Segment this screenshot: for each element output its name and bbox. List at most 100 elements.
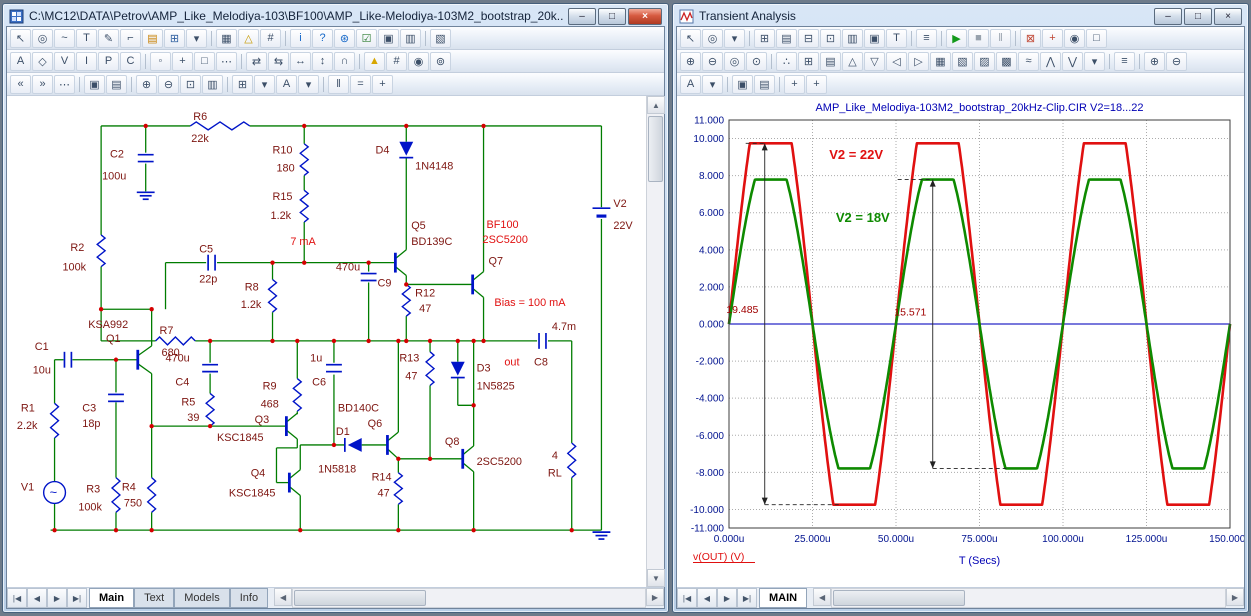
nav-back-icon[interactable]: «: [10, 75, 31, 94]
tag-point-icon[interactable]: ◉: [1064, 29, 1085, 48]
nav-first-page-button[interactable]: |◀: [7, 588, 27, 608]
trace-legend-label[interactable]: v(OUT) (V): [693, 551, 744, 563]
tab-text[interactable]: Text: [134, 588, 174, 608]
sine-source-icon[interactable]: ~: [54, 29, 75, 48]
minimize-button[interactable]: –: [1154, 8, 1182, 25]
log-y-icon[interactable]: ▩: [996, 52, 1017, 71]
flip-horizontal-icon[interactable]: ↔: [290, 52, 311, 71]
stepping-icon[interactable]: ⊟: [798, 29, 819, 48]
auto-scale-icon[interactable]: ◎: [724, 52, 745, 71]
nav-next-page-button[interactable]: ▶: [47, 588, 67, 608]
zoom-cursor-icon[interactable]: ⊙: [746, 52, 767, 71]
probe-dropdown-icon[interactable]: ▾: [724, 29, 745, 48]
nav-last-page-button[interactable]: ▶|: [67, 588, 87, 608]
magnify-plus-icon[interactable]: ⊕: [1144, 52, 1165, 71]
schematic-canvas[interactable]: ~R622kC2100uR10180D41N4148R151.2k7 mAQ5B…: [7, 96, 646, 587]
valley-marker-icon[interactable]: ▽: [864, 52, 885, 71]
shape-tool-icon[interactable]: ▦: [216, 29, 237, 48]
analysis-limits-icon[interactable]: ▤: [776, 29, 797, 48]
nav-next-page-button[interactable]: ▶: [717, 588, 737, 608]
nav-forward-icon[interactable]: »: [32, 75, 53, 94]
optimizer-icon[interactable]: ⊡: [820, 29, 841, 48]
scroll-left-button[interactable]: ◀: [274, 588, 292, 606]
nav-first-page-button[interactable]: |◀: [677, 588, 697, 608]
zoom-in-icon[interactable]: ⊕: [680, 52, 701, 71]
conditions-display-icon[interactable]: C: [120, 52, 141, 71]
grid-dropdown-icon[interactable]: ▾: [254, 75, 275, 94]
cursor-right-icon[interactable]: +: [806, 75, 827, 94]
region-box-icon[interactable]: ▣: [378, 29, 399, 48]
info-cursor-icon[interactable]: ◎: [32, 29, 53, 48]
bottom-trace-icon[interactable]: ⋁: [1062, 52, 1083, 71]
copy-to-clipboard-icon[interactable]: ▣: [84, 75, 105, 94]
node-numbers-icon[interactable]: ◇: [32, 52, 53, 71]
scroll-right-button[interactable]: ▶: [646, 588, 664, 606]
report-tool-icon[interactable]: ▥: [400, 29, 421, 48]
cursor-left-icon[interactable]: +: [784, 75, 805, 94]
font-dropdown-icon[interactable]: ▾: [298, 75, 319, 94]
list-view-icon[interactable]: ≡: [1114, 52, 1135, 71]
flip-vertical-icon[interactable]: ↕: [312, 52, 333, 71]
ruler-icon[interactable]: ▤: [820, 52, 841, 71]
nav-previous-page-button[interactable]: ◀: [27, 588, 47, 608]
nav-previous-page-button[interactable]: ◀: [697, 588, 717, 608]
plot-horizontal-scrollbar[interactable]: ◀ ▶: [813, 588, 1244, 608]
maximize-button[interactable]: □: [1184, 8, 1212, 25]
find-next-icon[interactable]: ⊚: [430, 52, 451, 71]
tab-main[interactable]: Main: [89, 588, 134, 608]
font-dropdown-icon[interactable]: ▾: [702, 75, 723, 94]
stop-icon[interactable]: ■: [968, 29, 989, 48]
peak-marker-icon[interactable]: △: [842, 52, 863, 71]
left-marker-icon[interactable]: ◁: [886, 52, 907, 71]
rubberband-icon[interactable]: ⇄: [246, 52, 267, 71]
waveform-plot[interactable]: AMP_Like_Melodiya-103M2_bootstrap_20kHz-…: [677, 96, 1244, 587]
tag-horizontal-icon[interactable]: □: [1086, 29, 1107, 48]
font-select-icon[interactable]: A: [276, 75, 297, 94]
node-voltages-icon[interactable]: V: [54, 52, 75, 71]
grid-properties-icon[interactable]: ⊞: [232, 75, 253, 94]
border-display-icon[interactable]: □: [194, 52, 215, 71]
horizontal-scrollbar[interactable]: ◀ ▶: [274, 588, 664, 608]
bus-tool-icon[interactable]: ▤: [142, 29, 163, 48]
scale-mode-icon[interactable]: ⊠: [1020, 29, 1041, 48]
probe-tool-icon[interactable]: ◎: [702, 29, 723, 48]
cursor-mode-icon[interactable]: +: [1042, 29, 1063, 48]
tab-info[interactable]: Info: [230, 588, 268, 608]
data-points-icon[interactable]: ∴: [776, 52, 797, 71]
attribute-text-icon[interactable]: A: [10, 52, 31, 71]
point-to-point-icon[interactable]: ⊛: [334, 29, 355, 48]
zoom-area-icon[interactable]: ⊡: [180, 75, 201, 94]
run-icon[interactable]: ▶: [946, 29, 967, 48]
copy-icon[interactable]: ▣: [732, 75, 753, 94]
currents-display-icon[interactable]: I: [76, 52, 97, 71]
zoom-out-icon[interactable]: ⊖: [702, 52, 723, 71]
nav-last-page-button[interactable]: ▶|: [737, 588, 757, 608]
wire-tool-icon[interactable]: ⌐: [120, 29, 141, 48]
align-tool-icon[interactable]: +: [372, 75, 393, 94]
vertical-scroll-track[interactable]: [647, 114, 664, 569]
select-tool-icon[interactable]: ↖: [10, 29, 31, 48]
trace-dropdown-icon[interactable]: ▾: [1084, 52, 1105, 71]
minimize-button[interactable]: –: [568, 8, 596, 25]
vertical-scroll-thumb[interactable]: [648, 116, 663, 182]
scroll-right-button[interactable]: ▶: [1226, 588, 1244, 606]
page-copy-icon[interactable]: ▤: [106, 75, 127, 94]
close-button[interactable]: ×: [628, 8, 662, 25]
split-vertical-icon[interactable]: =: [350, 75, 371, 94]
zoom-in-icon[interactable]: ⊕: [136, 75, 157, 94]
x-axis-grid-icon[interactable]: ▦: [930, 52, 951, 71]
breakpoints-icon[interactable]: ▣: [864, 29, 885, 48]
pause-icon[interactable]: ‖: [990, 29, 1011, 48]
power-display-icon[interactable]: P: [98, 52, 119, 71]
text-tool-icon[interactable]: T: [886, 29, 907, 48]
enable-check-icon[interactable]: ☑: [356, 29, 377, 48]
close-button[interactable]: ×: [1214, 8, 1242, 25]
right-marker-icon[interactable]: ▷: [908, 52, 929, 71]
help-topics-icon[interactable]: ▧: [430, 29, 451, 48]
add-plot-icon[interactable]: ⊞: [754, 29, 775, 48]
plot-scroll-track[interactable]: [831, 588, 1226, 608]
find-part-icon[interactable]: ◉: [408, 52, 429, 71]
log-x-icon[interactable]: ▨: [974, 52, 995, 71]
scroll-up-button[interactable]: ▲: [647, 96, 665, 114]
font-select-icon[interactable]: A: [680, 75, 701, 94]
